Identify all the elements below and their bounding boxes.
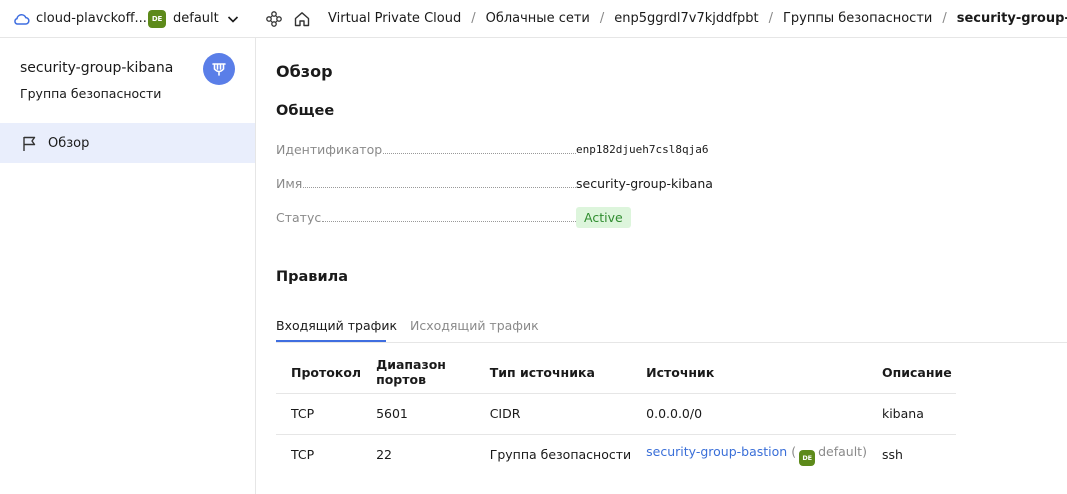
- status-badge: Active: [576, 207, 631, 228]
- flag-icon: [23, 136, 36, 151]
- cloud-icon[interactable]: [12, 10, 30, 28]
- sidebar-item-label: Обзор: [48, 135, 90, 151]
- traffic-tabs: Входящий трафик Исходящий трафик: [276, 308, 1067, 343]
- cell-ports: 5601: [361, 393, 475, 435]
- breadcrumb: Virtual Private Cloud / Облачные сети / …: [328, 11, 1067, 26]
- sidebar-subtitle: Группа безопасности: [20, 86, 162, 101]
- rules-table: Протокол Диапазон портов Тип источника И…: [276, 352, 956, 475]
- cell-source-type: Группа безопасности: [489, 447, 632, 463]
- cell-protocol: TCP: [291, 447, 315, 463]
- service-avatar: [203, 53, 235, 85]
- main-content: Обзор Общее Идентификатор enp182djueh7cs…: [256, 38, 1067, 494]
- network-icon: [212, 63, 226, 76]
- sidebar-item-overview[interactable]: Обзор: [0, 123, 255, 163]
- folder-badge: DE: [148, 10, 166, 28]
- chevron-down-icon[interactable]: [226, 12, 240, 26]
- table-row[interactable]: TCP 22 Группа безопасности security-grou…: [276, 434, 956, 475]
- tab-egress[interactable]: Исходящий трафик: [410, 318, 539, 333]
- breadcrumb-separator: /: [599, 11, 605, 26]
- cell-source: 0.0.0.0/0: [631, 393, 867, 435]
- cell-protocol: TCP: [276, 393, 362, 435]
- breadcrumb-separator: /: [942, 11, 947, 26]
- tab-ingress[interactable]: Входящий трафик: [276, 318, 397, 333]
- paren-open: (: [791, 443, 797, 459]
- breadcrumb-networks[interactable]: Облачные сети: [486, 11, 590, 26]
- name-label: Имя: [276, 176, 303, 191]
- id-row: Идентификатор enp182djueh7csl8qja6: [276, 139, 796, 159]
- rules-heading: Правила: [276, 269, 349, 285]
- breadcrumb-separator: /: [768, 11, 773, 26]
- column-header-ports: Диапазон портов: [361, 352, 475, 394]
- active-tab-indicator: [276, 340, 386, 342]
- cell-source: security-group-bastion (DE default): [631, 434, 867, 475]
- source-folder-name: default: [818, 443, 863, 459]
- cell-description: ssh: [881, 447, 903, 463]
- home-icon[interactable]: [293, 10, 311, 28]
- name-value[interactable]: security-group-kibana: [576, 176, 713, 191]
- paren-close: ): [862, 443, 867, 459]
- breadcrumb-network-id[interactable]: enp5ggrdl7v7kjddfpbt: [614, 11, 758, 26]
- breadcrumb-current: security-group-kibana: [956, 11, 1067, 26]
- column-header-protocol: Протокол: [276, 352, 362, 394]
- breadcrumb-separator: /: [471, 11, 476, 26]
- status-label: Статус: [276, 210, 322, 225]
- column-header-source: Источник: [631, 352, 867, 394]
- breadcrumb-security-groups[interactable]: Группы безопасности: [783, 11, 932, 26]
- source-security-group-link[interactable]: security-group-bastion: [646, 444, 787, 459]
- top-bar: cloud-plavckoff... DE default Virtual Pr…: [0, 0, 1067, 38]
- cell-source-type: CIDR: [474, 393, 632, 435]
- status-row: Статус Active: [276, 207, 796, 228]
- sidebar: security-group-kibana Группа безопасност…: [0, 38, 256, 494]
- sidebar-title: security-group-kibana: [20, 60, 174, 76]
- cell-ports: 22: [376, 447, 392, 463]
- services-graph-icon[interactable]: [265, 10, 283, 28]
- breadcrumb-vpc[interactable]: Virtual Private Cloud: [328, 11, 461, 26]
- folder-badge: DE: [799, 449, 816, 466]
- page-title: Обзор: [276, 62, 333, 81]
- table-header-row: Протокол Диапазон портов Тип источника И…: [276, 352, 956, 394]
- general-heading: Общее: [276, 103, 335, 119]
- id-value[interactable]: enp182djueh7csl8qja6: [576, 143, 708, 156]
- column-header-source-type: Тип источника: [474, 352, 632, 394]
- cell-description: kibana: [866, 393, 956, 435]
- table-row[interactable]: TCP 5601 CIDR 0.0.0.0/0 kibana: [276, 393, 956, 435]
- column-header-description: Описание: [866, 352, 956, 394]
- cloud-name[interactable]: cloud-plavckoff...: [36, 11, 147, 26]
- name-row: Имя security-group-kibana: [276, 173, 796, 193]
- folder-name[interactable]: default: [173, 11, 219, 26]
- id-label: Идентификатор: [276, 142, 383, 157]
